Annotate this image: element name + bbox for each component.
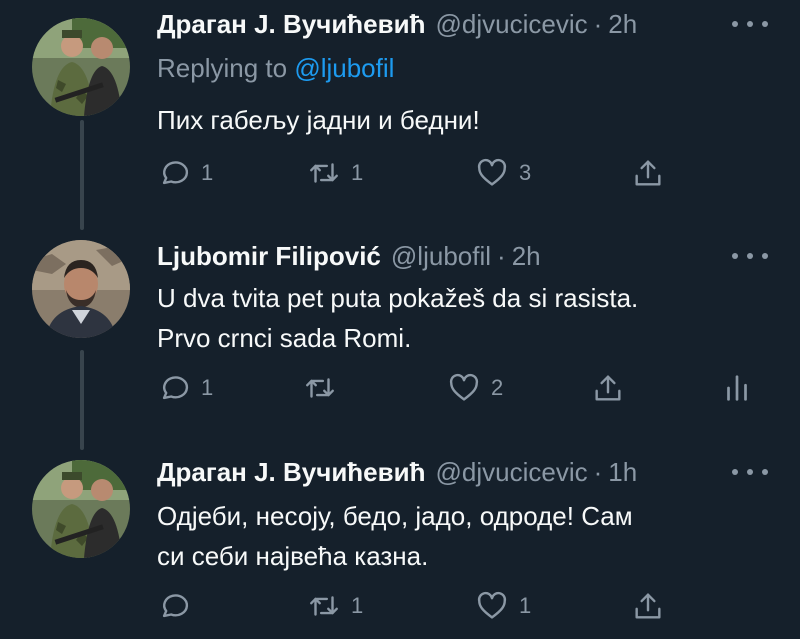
separator: ·: [593, 9, 603, 39]
like-count: 3: [519, 160, 532, 185]
avatar[interactable]: [32, 460, 130, 558]
display-name[interactable]: Драган Ј. Вучићевић: [157, 454, 426, 490]
tweet-text: Одјеби, несоју, бедо, јадо, одроде! Сам …: [157, 496, 757, 576]
separator: ·: [593, 457, 603, 487]
analytics-icon: [727, 375, 747, 401]
heart-icon: [477, 158, 507, 186]
tweet-text-line: Одјеби, несоју, бедо, јадо, одроде! Сам: [157, 501, 633, 531]
avatar[interactable]: [32, 18, 130, 116]
timestamp[interactable]: 2h: [512, 238, 541, 274]
retweet-button[interactable]: 1: [307, 153, 363, 193]
tweet[interactable]: Ljubomir Filipović @ljubofil · 2h U dva …: [0, 230, 800, 420]
reply-icon: [162, 376, 189, 400]
like-count: 1: [519, 593, 532, 618]
tweet-actions: 1 1: [157, 586, 777, 626]
tweet-text-line: си себи највећа казна.: [157, 541, 429, 571]
separator: ·: [497, 241, 506, 271]
replying-to-label: Replying to: [157, 53, 295, 83]
timestamp[interactable]: 2h: [608, 6, 637, 42]
retweet-count: 1: [351, 593, 364, 618]
more-options-icon[interactable]: [732, 14, 768, 34]
retweet-button[interactable]: 1: [307, 586, 363, 626]
user-handle[interactable]: @djvucicevic: [436, 454, 588, 490]
heart-icon: [477, 591, 507, 619]
reply-count: 1: [201, 160, 214, 185]
heart-icon: [449, 373, 479, 401]
like-button[interactable]: 1: [475, 586, 531, 626]
share-icon: [595, 375, 621, 401]
retweet-count: 1: [351, 160, 364, 185]
share-icon: [635, 160, 661, 186]
retweet-button[interactable]: [303, 368, 347, 408]
retweet-icon: [310, 163, 338, 183]
reply-icon: [162, 594, 189, 618]
more-options-icon[interactable]: [732, 462, 768, 482]
tweet-header: Драган Ј. Вучићевић @djvucicevic · 2h: [157, 6, 637, 42]
like-button[interactable]: 2: [447, 368, 503, 408]
tweet[interactable]: Драган Ј. Вучићевић @djvucicevic · 1h Од…: [0, 450, 800, 639]
tweet-actions: 1 1 3: [157, 153, 777, 193]
tweet-header: Драган Ј. Вучићевић @djvucicevic · 1h: [157, 454, 637, 490]
display-name[interactable]: Ljubomir Filipović: [157, 238, 381, 274]
reply-button[interactable]: 1: [157, 368, 213, 408]
reply-icon: [162, 161, 189, 185]
share-button[interactable]: [631, 586, 665, 626]
replying-to: Replying to @ljubofil: [157, 50, 394, 86]
tweet-text: Пих габељу јадни и бедни!: [157, 105, 480, 135]
user-handle[interactable]: @djvucicevic: [436, 6, 588, 42]
reply-count: 1: [201, 375, 214, 400]
share-icon: [635, 593, 661, 619]
tweet-text: U dva tvita pet puta pokažeš da si rasis…: [157, 278, 757, 358]
tweet[interactable]: Драган Ј. Вучићевић @djvucicevic · 2h Re…: [0, 0, 800, 200]
like-count: 2: [491, 375, 504, 400]
tweet-actions: 1 2: [157, 368, 777, 408]
reply-button[interactable]: 1: [157, 153, 213, 193]
more-options-icon[interactable]: [732, 246, 768, 266]
avatar[interactable]: [32, 240, 130, 338]
user-handle[interactable]: @ljubofil: [391, 238, 491, 274]
mention-link[interactable]: @ljubofil: [294, 53, 394, 83]
reply-button[interactable]: [157, 586, 201, 626]
tweet-text-line: Prvo crnci sada Romi.: [157, 323, 412, 353]
tweet-header: Ljubomir Filipović @ljubofil · 2h: [157, 238, 541, 274]
tweet-text-line: U dva tvita pet puta pokažeš da si rasis…: [157, 283, 639, 313]
timestamp[interactable]: 1h: [608, 454, 637, 490]
analytics-button[interactable]: [720, 368, 754, 408]
like-button[interactable]: 3: [475, 153, 531, 193]
display-name[interactable]: Драган Ј. Вучићевић: [157, 6, 426, 42]
share-button[interactable]: [631, 153, 665, 193]
retweet-icon: [306, 378, 334, 398]
share-button[interactable]: [591, 368, 625, 408]
retweet-icon: [310, 596, 338, 616]
